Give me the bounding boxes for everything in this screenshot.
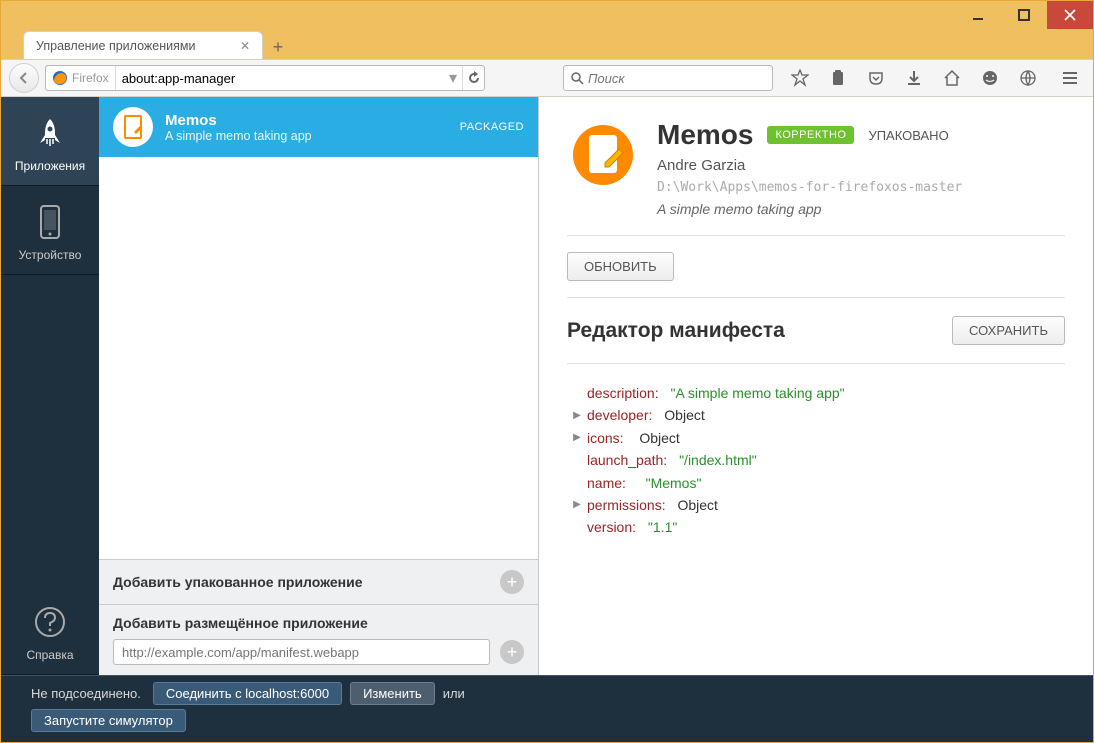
connection-footer: Не подсоединено. Соединить с localhost:6… (1, 675, 1093, 742)
manifest-val: Object (639, 427, 679, 449)
add-packaged-section: Добавить упакованное приложение + (99, 559, 538, 604)
phone-icon (30, 204, 70, 240)
rocket-icon (30, 115, 70, 151)
tab-close-icon[interactable]: ✕ (240, 39, 250, 53)
manifest-viewer[interactable]: description: "A simple memo taking app" … (567, 364, 1065, 557)
sidebar-label: Приложения (15, 159, 85, 173)
tab-strip: Управление приложениями ✕ + (1, 29, 1093, 59)
add-packaged-button[interactable]: + (500, 570, 524, 594)
manifest-val: "1.1" (648, 516, 677, 538)
manifest-val: "Memos" (646, 472, 702, 494)
connect-button[interactable]: Соединить с localhost:6000 (153, 682, 342, 705)
globe-icon[interactable] (1013, 63, 1043, 93)
packaged-label: УПАКОВАНО (868, 128, 948, 143)
new-tab-button[interactable]: + (265, 35, 291, 59)
connection-status: Не подсоединено. (31, 686, 141, 701)
expand-arrow-icon[interactable]: ▶ (571, 408, 583, 424)
manifest-val: "A simple memo taking app" (670, 382, 844, 404)
maximize-button[interactable] (1001, 1, 1047, 29)
manifest-key: developer: (587, 404, 652, 426)
browser-tab[interactable]: Управление приложениями ✕ (23, 31, 263, 59)
save-button[interactable]: СОХРАНИТЬ (952, 316, 1065, 345)
firefox-logo-icon (52, 70, 68, 86)
search-icon (570, 71, 584, 85)
search-bar[interactable] (563, 65, 773, 91)
help-icon (30, 604, 70, 640)
pocket-icon[interactable] (861, 63, 891, 93)
manifest-key: description: (587, 382, 659, 404)
sidebar-label: Устройство (19, 248, 82, 262)
add-hosted-section: Добавить размещённое приложение + (99, 604, 538, 675)
left-sidebar: Приложения Устройство Справка (1, 97, 99, 675)
url-input[interactable] (116, 66, 444, 90)
nav-toolbar: Firefox ▾ (1, 59, 1093, 97)
sidebar-item-apps[interactable]: Приложения (1, 97, 99, 186)
or-label: или (443, 686, 465, 701)
window-titlebar (1, 1, 1093, 29)
expand-arrow-icon[interactable]: ▶ (571, 497, 583, 513)
add-hosted-button[interactable]: + (500, 640, 524, 664)
sidebar-item-device[interactable]: Устройство (1, 186, 99, 275)
app-description: A simple memo taking app (657, 201, 1065, 217)
start-simulator-button[interactable]: Запустите симулятор (31, 709, 186, 732)
hamburger-menu-icon[interactable] (1055, 63, 1085, 93)
clipboard-icon[interactable] (823, 63, 853, 93)
expand-arrow-icon[interactable]: ▶ (571, 430, 583, 446)
app-item-subtitle: A simple memo taking app (165, 129, 312, 143)
manifest-key: launch_path: (587, 449, 667, 471)
site-identity[interactable]: Firefox (46, 66, 116, 90)
manifest-editor-title: Редактор манифеста (567, 319, 785, 343)
close-button[interactable] (1047, 1, 1093, 29)
smiley-icon[interactable] (975, 63, 1005, 93)
app-path: D:\Work\Apps\memos-for-firefoxos-master (657, 180, 1065, 195)
sidebar-item-help[interactable]: Справка (1, 586, 99, 675)
manifest-val: Object (677, 494, 717, 516)
bookmark-star-icon[interactable] (785, 63, 815, 93)
change-button[interactable]: Изменить (350, 682, 435, 705)
manifest-key: version: (587, 516, 636, 538)
app-author: Andre Garzia (657, 157, 1065, 174)
search-input[interactable] (588, 71, 766, 86)
app-list-panel: Memos A simple memo taking app PACKAGED … (99, 97, 539, 675)
download-icon[interactable] (899, 63, 929, 93)
tab-title: Управление приложениями (36, 39, 195, 53)
app-detail-name: Memos (657, 119, 753, 151)
valid-badge: КОРРЕКТНО (767, 126, 854, 144)
app-item-tag: PACKAGED (460, 121, 524, 133)
app-item-name: Memos (165, 112, 312, 129)
app-big-icon (567, 119, 639, 191)
manifest-key: permissions: (587, 494, 666, 516)
manifest-key: name: (587, 472, 626, 494)
app-list-item[interactable]: Memos A simple memo taking app PACKAGED (99, 97, 538, 157)
app-thumb-icon (113, 107, 153, 147)
add-packaged-label: Добавить упакованное приложение (113, 574, 363, 590)
home-icon[interactable] (937, 63, 967, 93)
url-dropdown-icon[interactable]: ▾ (444, 66, 462, 90)
url-bar[interactable]: Firefox ▾ (45, 65, 485, 91)
minimize-button[interactable] (955, 1, 1001, 29)
manifest-val: "/index.html" (679, 449, 757, 471)
identity-label: Firefox (72, 71, 109, 85)
back-button[interactable] (9, 63, 39, 93)
manifest-val: Object (664, 404, 704, 426)
add-hosted-label: Добавить размещённое приложение (113, 615, 524, 631)
app-detail-panel: Memos КОРРЕКТНО УПАКОВАНО Andre Garzia D… (539, 97, 1093, 675)
update-button[interactable]: ОБНОВИТЬ (567, 252, 674, 281)
sidebar-label: Справка (26, 648, 73, 662)
hosted-url-input[interactable] (113, 639, 490, 665)
manifest-key: icons: (587, 427, 624, 449)
reload-button[interactable] (462, 66, 484, 90)
